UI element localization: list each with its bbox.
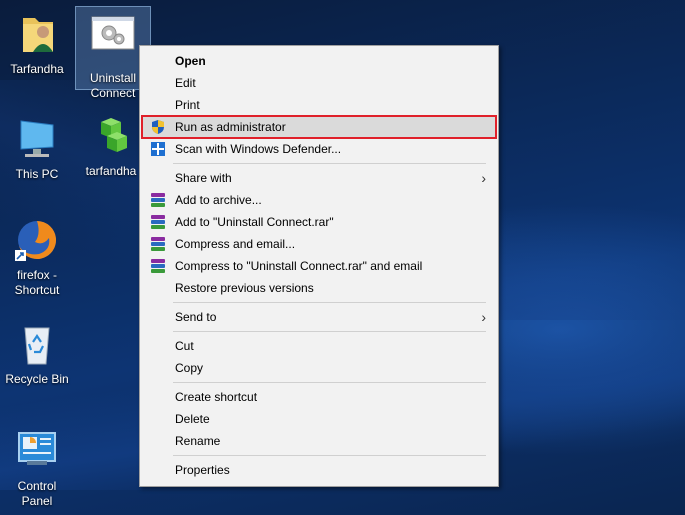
menu-item-label: Send to <box>175 310 217 324</box>
desktop-icon-user-folder[interactable]: Tarfandha <box>0 10 74 77</box>
winrar-icon <box>150 258 166 274</box>
submenu-arrow-icon: › <box>481 170 486 186</box>
menu-item-edit[interactable]: Edit <box>142 72 496 94</box>
menu-item-rename[interactable]: Rename <box>142 430 496 452</box>
context-menu: Open Edit Print Run as administrator Sca… <box>139 45 499 487</box>
menu-item-print[interactable]: Print <box>142 94 496 116</box>
desktop-icon-this-pc[interactable]: This PC <box>0 115 74 182</box>
firefox-icon <box>13 216 61 264</box>
menu-item-create-shortcut[interactable]: Create shortcut <box>142 386 496 408</box>
menu-item-label: Run as administrator <box>175 120 286 134</box>
menu-item-add-to-rar[interactable]: Add to "Uninstall Connect.rar" <box>142 211 496 233</box>
submenu-arrow-icon: › <box>481 309 486 325</box>
menu-separator <box>173 331 486 332</box>
desktop-icon-recycle-bin[interactable]: Recycle Bin <box>0 320 74 387</box>
menu-item-open[interactable]: Open <box>142 50 496 72</box>
menu-item-run-as-administrator[interactable]: Run as administrator <box>141 115 497 139</box>
desktop-icon-label: tarfandha <box>85 164 137 178</box>
desktop-icon-label: Recycle Bin <box>5 372 69 386</box>
menu-item-cut[interactable]: Cut <box>142 335 496 357</box>
desktop-icon-control-panel[interactable]: Control Panel <box>0 427 74 509</box>
menu-item-label: Edit <box>175 76 196 90</box>
recycle-bin-icon <box>13 320 61 368</box>
menu-item-scan-windows-defender[interactable]: Scan with Windows Defender... <box>142 138 496 160</box>
menu-item-send-to[interactable]: Send to › <box>142 306 496 328</box>
desktop-icon-tarfandha-app[interactable]: tarfandha <box>74 112 148 179</box>
menu-item-label: Create shortcut <box>175 390 258 404</box>
menu-item-label: Compress to "Uninstall Connect.rar" and … <box>175 259 423 273</box>
menu-item-properties[interactable]: Properties <box>142 459 496 481</box>
menu-item-label: Delete <box>175 412 210 426</box>
desktop-icon-firefox[interactable]: firefox - Shortcut <box>0 216 74 298</box>
menu-item-compress-and-email[interactable]: Compress and email... <box>142 233 496 255</box>
menu-item-compress-to-rar-and-email[interactable]: Compress to "Uninstall Connect.rar" and … <box>142 255 496 277</box>
menu-item-copy[interactable]: Copy <box>142 357 496 379</box>
menu-item-label: Rename <box>175 434 221 448</box>
menu-item-label: Print <box>175 98 200 112</box>
application-window-icon <box>89 13 137 61</box>
menu-separator <box>173 455 486 456</box>
winrar-icon <box>150 192 166 208</box>
desktop-icon-label: This PC <box>15 167 59 181</box>
winrar-icon <box>150 236 166 252</box>
green-cubes-icon <box>87 112 135 160</box>
menu-separator <box>173 302 486 303</box>
windows-defender-icon <box>150 141 166 157</box>
menu-item-label: Compress and email... <box>175 237 296 251</box>
menu-separator <box>173 382 486 383</box>
desktop-icon-label: firefox - Shortcut <box>14 268 60 297</box>
menu-item-restore-previous-versions[interactable]: Restore previous versions <box>142 277 496 299</box>
menu-item-add-to-archive[interactable]: Add to archive... <box>142 189 496 211</box>
menu-item-share-with[interactable]: Share with › <box>142 167 496 189</box>
menu-item-label: Restore previous versions <box>175 281 314 295</box>
control-panel-icon <box>13 427 61 475</box>
menu-item-label: Properties <box>175 463 230 477</box>
user-folder-icon <box>13 10 61 58</box>
menu-item-label: Scan with Windows Defender... <box>175 142 342 156</box>
desktop-icon-label: Control Panel <box>17 479 57 508</box>
computer-icon <box>13 115 61 163</box>
menu-item-label: Add to archive... <box>175 193 262 207</box>
desktop-icon-label: Tarfandha <box>10 62 64 76</box>
menu-item-label: Add to "Uninstall Connect.rar" <box>175 215 334 229</box>
menu-separator <box>173 163 486 164</box>
menu-item-label: Copy <box>175 361 204 375</box>
menu-item-label: Cut <box>175 339 194 353</box>
uac-shield-icon <box>150 119 166 135</box>
menu-item-delete[interactable]: Delete <box>142 408 496 430</box>
menu-item-label: Share with <box>175 171 232 185</box>
menu-item-label: Open <box>175 54 206 68</box>
winrar-icon <box>150 214 166 230</box>
